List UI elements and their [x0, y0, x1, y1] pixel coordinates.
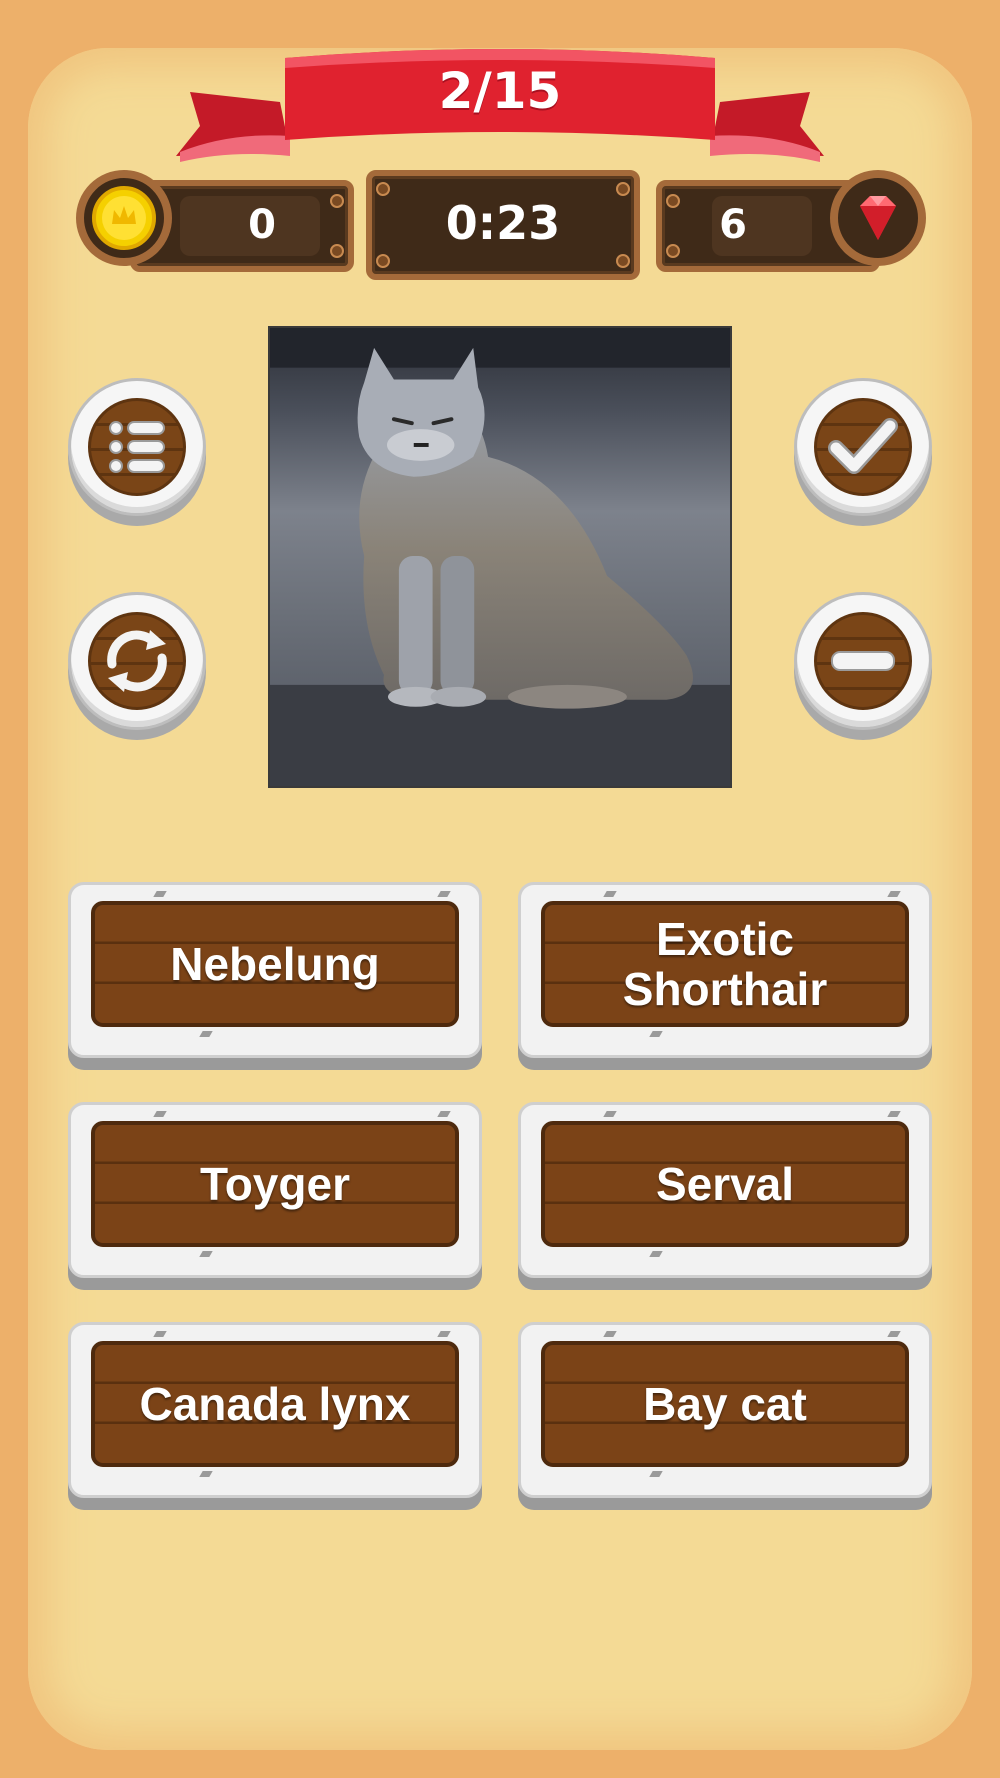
answer-label: Serval	[655, 1158, 795, 1210]
gems-count: 6	[719, 202, 747, 248]
answer-label: Bay cat	[643, 1378, 807, 1430]
answer-button-3[interactable]: Toyger	[68, 1102, 482, 1278]
minus-icon	[831, 651, 895, 671]
list-icon	[109, 421, 165, 473]
question-photo	[268, 326, 732, 788]
progress-ribbon: 2/15	[170, 44, 830, 164]
restart-button[interactable]	[68, 592, 206, 730]
coin-badge	[76, 170, 172, 266]
answer-button-5[interactable]: Canada lynx	[68, 1322, 482, 1498]
timer-plaque: 0:23	[366, 170, 640, 280]
answer-label: Nebelung	[170, 938, 380, 990]
answer-button-4[interactable]: Serval	[518, 1102, 932, 1278]
coins-count: 0	[248, 202, 276, 248]
answer-label: Exotic Shorthair	[622, 913, 828, 1015]
check-answer-button[interactable]	[794, 378, 932, 516]
answer-button-1[interactable]: Nebelung	[68, 882, 482, 1058]
coin-icon	[92, 186, 156, 250]
lynx-image	[270, 328, 730, 786]
answer-label: Toyger	[200, 1158, 350, 1210]
refresh-icon	[107, 630, 167, 692]
answer-label: Canada lynx	[139, 1378, 411, 1430]
check-icon	[828, 418, 898, 474]
remove-answers-button[interactable]	[794, 592, 932, 730]
answer-button-2[interactable]: Exotic Shorthair	[518, 882, 932, 1058]
gem-icon	[860, 196, 896, 240]
timer-value: 0:23	[445, 196, 561, 250]
progress-label: 2/15	[438, 62, 562, 120]
menu-list-button[interactable]	[68, 378, 206, 516]
gem-badge	[830, 170, 926, 266]
answer-button-6[interactable]: Bay cat	[518, 1322, 932, 1498]
